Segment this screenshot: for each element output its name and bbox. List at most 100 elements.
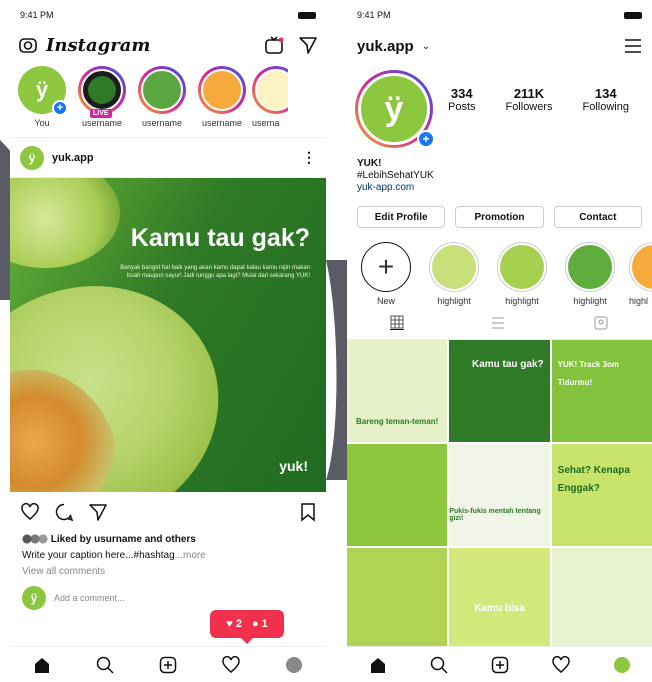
battery-icon [624,11,642,19]
like-icon[interactable] [20,502,40,522]
story-label: userna [252,118,280,128]
bio-name: YUK! [357,158,382,169]
caption-line: Write your caption here...#hashtag...mor… [22,548,314,564]
igtv-icon[interactable] [264,35,284,55]
home-icon[interactable] [368,655,388,675]
stat-following[interactable]: 134 Following [583,86,629,113]
post-author-avatar[interactable]: ӱ [20,145,44,170]
chevron-down-icon[interactable]: ⌄ [422,41,430,52]
highlight-label: New [376,296,395,306]
search-icon[interactable] [95,655,115,675]
create-post-icon[interactable] [158,655,178,675]
grid-post[interactable] [347,548,448,650]
activity-notification[interactable]: ♥ 2 ● 1 [210,610,284,644]
profile-buttons: Edit Profile Promotion Contact [347,194,652,228]
profile-phone: 9:41 PM yuk.app ⌄ ӱ + 334 Posts 211K Follo… [347,0,652,682]
grid-post[interactable]: Kamu bisa [449,548,550,650]
create-post-icon[interactable] [490,655,510,675]
share-icon[interactable] [88,502,108,522]
contact-button[interactable]: Contact [553,206,642,228]
post-image-text: Banyak banget hal baik yang akan kamu da… [120,265,310,279]
story-item[interactable]: username [132,66,192,137]
direct-message-icon[interactable] [298,35,318,55]
post-image[interactable]: Kamu tau gak? Banyak banget hal baik yan… [10,178,326,492]
profile-avatar-icon[interactable] [612,655,632,675]
activity-icon[interactable] [551,655,571,675]
story-label: username [141,118,183,128]
highlight-item[interactable]: highl [629,242,652,306]
status-bar: 9:41 PM [10,0,326,30]
likes-line: Liked by usurname and others [22,532,314,548]
search-icon[interactable] [429,655,449,675]
profile-avatar[interactable]: ӱ + [355,70,435,148]
post-image-title: Kamu tau gak? [130,224,310,252]
stories-tray: ӱ + You LIVE username username username [10,60,326,138]
story-item[interactable]: LIVE username [72,66,132,137]
add-comment-input[interactable]: Add a comment... [54,593,125,603]
grid-post[interactable]: YUK! Track 3om Tidurmu! [551,340,652,442]
status-time: 9:41 PM [357,10,391,20]
bottom-nav [10,646,326,682]
menu-icon[interactable] [624,38,642,54]
profile-avatar-icon[interactable] [284,655,304,675]
highlight-new[interactable]: + New [357,242,415,306]
more-options-icon[interactable]: ⋮ [302,149,316,166]
bio-link[interactable]: yuk-app.com [357,182,642,194]
view-comments-link[interactable]: View all comments [22,564,314,580]
profile-bio: YUK! #LebihSehatYUK yuk-app.com [347,158,652,194]
grid-post[interactable]: Pukis-fukis mentah tentang gizi! [449,444,550,546]
melon-slice [10,249,253,492]
bookmark-icon[interactable] [300,502,316,522]
melon-slice-top [10,178,120,268]
highlight-item[interactable]: highlight [493,242,551,306]
tagged-tab-icon[interactable] [593,315,609,331]
battery-icon [298,11,316,19]
highlight-label: highlight [505,296,539,306]
highlight-label: highlight [573,296,607,306]
grid-post[interactable] [551,548,652,650]
highlights-row: + New highlight highlight highlight high… [347,228,652,306]
highlight-label: highlight [437,296,471,306]
grid-tab-icon[interactable] [390,315,405,330]
post-actions [10,492,326,532]
grid-post[interactable]: Kamu tau gak? [449,340,550,442]
profile-username[interactable]: yuk.app [357,38,414,55]
more-link[interactable]: ...more [175,550,206,561]
highlight-label: highl [629,296,649,306]
app-logo: Instagram [46,34,151,56]
grid-post[interactable]: Bareng teman-teman! [347,340,448,442]
stat-followers[interactable]: 211K Followers [505,86,552,113]
profile-summary: ӱ + 334 Posts 211K Followers 134 Following [347,62,652,158]
post-author-name[interactable]: yuk.app [52,152,302,164]
story-label: username [81,118,123,128]
add-story-icon[interactable]: + [52,100,68,116]
bottom-nav [347,646,652,682]
story-item-you[interactable]: ӱ + You [12,66,72,137]
liked-user[interactable]: usurname [94,534,142,545]
liked-prefix: Liked by [50,534,92,545]
add-story-icon[interactable]: + [417,130,435,148]
status-bar: 9:41 PM [347,0,652,30]
feed-header: Instagram [10,30,326,60]
stat-posts[interactable]: 334 Posts [448,86,476,113]
highlight-item[interactable]: highlight [425,242,483,306]
activity-icon[interactable] [221,655,241,675]
camera-icon[interactable] [18,35,38,55]
story-label: username [201,118,243,128]
profile-stats: 334 Posts 211K Followers 134 Following [433,70,644,113]
comment-icon[interactable] [54,502,74,522]
grid-post[interactable] [347,444,448,546]
story-item[interactable]: username [192,66,252,137]
post-brand-logo: yuk! [279,458,308,474]
story-item[interactable]: userna [252,66,288,137]
posts-grid: Bareng teman-teman! Kamu tau gak? YUK! T… [347,340,652,650]
notification-likes: ♥ 2 [226,618,242,630]
feed-tab-icon[interactable] [490,316,506,330]
edit-profile-button[interactable]: Edit Profile [357,206,446,228]
grid-post[interactable]: Sehat? Kenapa Enggak? [551,444,652,546]
status-time: 9:41 PM [20,10,54,20]
promotion-button[interactable]: Promotion [455,206,544,228]
bio-tagline: #LebihSehatYUK [357,170,434,181]
highlight-item[interactable]: highlight [561,242,619,306]
home-icon[interactable] [32,655,52,675]
